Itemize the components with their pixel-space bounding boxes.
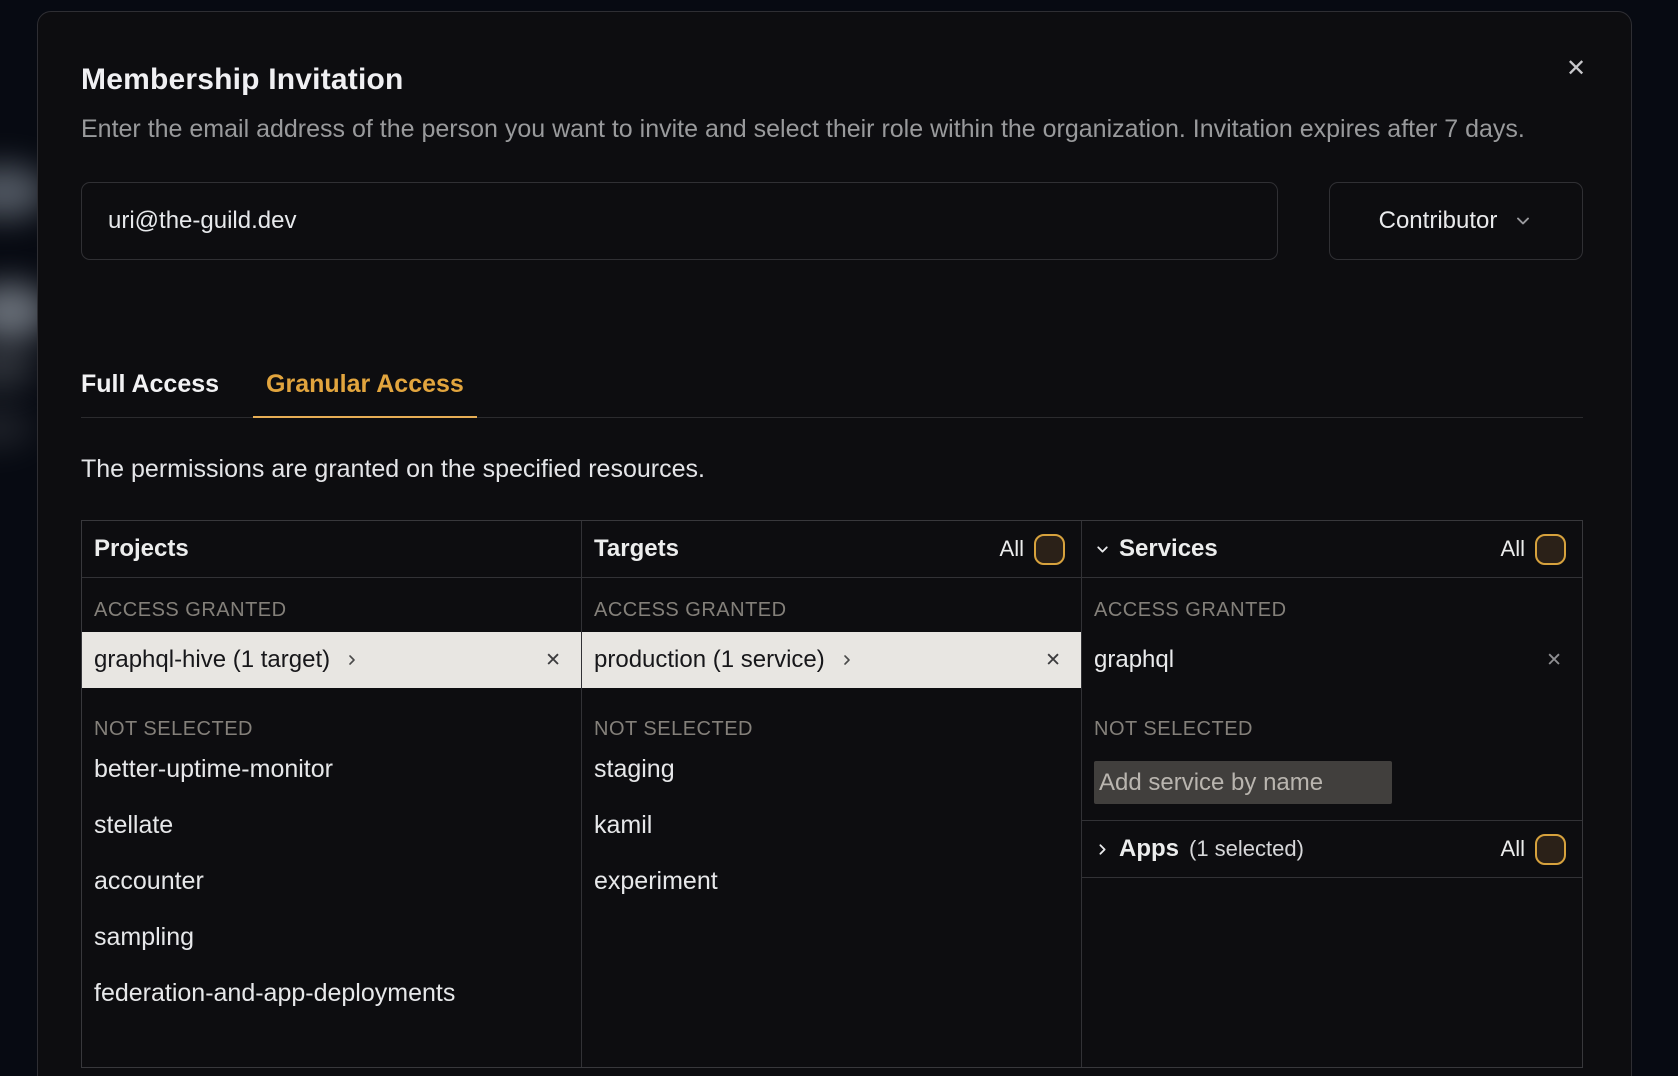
- targets-all-wrap: All: [1000, 534, 1065, 565]
- granted-project-label: graphql-hive (1 target): [94, 646, 330, 674]
- project-list-item[interactable]: stellate: [82, 797, 581, 853]
- invite-form-row: Contributor: [81, 182, 1583, 260]
- role-select[interactable]: Contributor: [1329, 182, 1583, 260]
- services-all-wrap: All: [1501, 534, 1566, 565]
- projects-column: Projects ACCESS GRANTED graphql-hive (1 …: [82, 521, 582, 1067]
- granted-target-label: production (1 service): [594, 646, 825, 674]
- access-granted-label: ACCESS GRANTED: [1094, 599, 1582, 622]
- chevron-right-icon: [839, 652, 855, 668]
- not-selected-label: NOT SELECTED: [1094, 718, 1582, 741]
- chevron-right-icon: [344, 652, 360, 668]
- project-list-item[interactable]: federation-and-app-deployments: [82, 965, 581, 1021]
- services-header[interactable]: Services All: [1082, 521, 1582, 578]
- project-list-item[interactable]: better-uptime-monitor: [82, 741, 581, 797]
- targets-all-label: All: [1000, 536, 1024, 562]
- target-list-item[interactable]: kamil: [582, 797, 1081, 853]
- page-background: ✕ Membership Invitation Enter the email …: [0, 0, 1678, 1076]
- background-blur-blob: [0, 408, 34, 448]
- dialog-description: Enter the email address of the person yo…: [81, 110, 1583, 148]
- chevron-down-icon: [1513, 211, 1533, 231]
- remove-icon[interactable]: ✕: [545, 649, 561, 672]
- granted-service-row[interactable]: graphql ✕: [1082, 632, 1582, 688]
- apps-selected-count: (1 selected): [1189, 836, 1304, 862]
- services-title: Services: [1119, 535, 1218, 563]
- access-granted-label: ACCESS GRANTED: [594, 599, 1081, 622]
- tab-granular-access[interactable]: Granular Access: [253, 370, 477, 418]
- not-selected-label: NOT SELECTED: [594, 718, 1081, 741]
- services-all-label: All: [1501, 536, 1525, 562]
- not-selected-label: NOT SELECTED: [94, 718, 581, 741]
- project-list-item[interactable]: sampling: [82, 909, 581, 965]
- remove-icon[interactable]: ✕: [1045, 649, 1061, 672]
- apps-all-wrap: All: [1501, 834, 1566, 865]
- targets-column: Targets All ACCESS GRANTED production (1…: [582, 521, 1082, 1067]
- membership-invitation-dialog: ✕ Membership Invitation Enter the email …: [37, 11, 1632, 1076]
- granted-target-row[interactable]: production (1 service) ✕: [582, 632, 1081, 688]
- dialog-title: Membership Invitation: [81, 63, 1581, 97]
- granted-service-label: graphql: [1094, 646, 1174, 674]
- services-column: Services All ACCESS GRANTED graphql ✕ NO…: [1082, 521, 1582, 1067]
- resources-panel: Projects ACCESS GRANTED graphql-hive (1 …: [81, 520, 1583, 1068]
- tab-full-access[interactable]: Full Access: [81, 370, 219, 417]
- services-all-checkbox[interactable]: [1535, 534, 1566, 565]
- role-select-value: Contributor: [1379, 207, 1498, 235]
- chevron-right-icon: [1094, 841, 1111, 858]
- add-service-input[interactable]: [1094, 761, 1392, 804]
- permissions-note: The permissions are granted on the speci…: [81, 455, 1581, 484]
- target-list-item[interactable]: experiment: [582, 853, 1081, 909]
- remove-icon[interactable]: ✕: [1546, 649, 1562, 672]
- access-granted-label: ACCESS GRANTED: [94, 599, 581, 622]
- targets-header: Targets All: [582, 521, 1081, 578]
- targets-all-checkbox[interactable]: [1034, 534, 1065, 565]
- targets-title: Targets: [594, 535, 679, 563]
- apps-all-label: All: [1501, 836, 1525, 862]
- apps-all-checkbox[interactable]: [1535, 834, 1566, 865]
- email-field[interactable]: [81, 182, 1278, 260]
- project-list-item[interactable]: accounter: [82, 853, 581, 909]
- apps-section-row[interactable]: Apps (1 selected) All: [1082, 820, 1582, 878]
- close-icon[interactable]: ✕: [1559, 52, 1593, 86]
- granted-project-row[interactable]: graphql-hive (1 target) ✕: [82, 632, 581, 688]
- access-tab-bar: Full Access Granular Access: [81, 370, 1583, 418]
- apps-title: Apps: [1119, 835, 1179, 863]
- chevron-down-icon: [1094, 541, 1111, 558]
- target-list-item[interactable]: staging: [582, 741, 1081, 797]
- projects-header: Projects: [82, 521, 581, 578]
- background-blur-blob: [0, 345, 36, 389]
- projects-title: Projects: [94, 535, 189, 563]
